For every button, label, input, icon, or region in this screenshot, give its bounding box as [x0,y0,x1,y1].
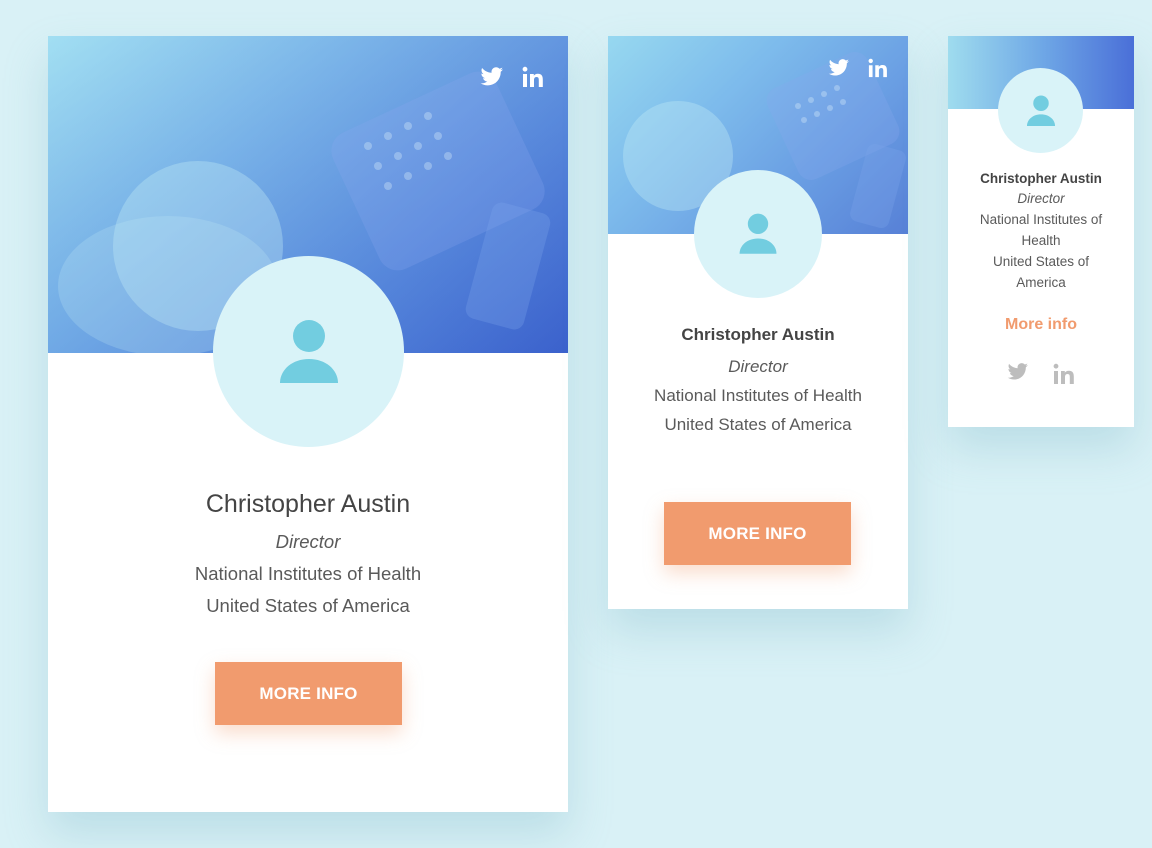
profile-card-small: Christopher Austin Director National Ins… [948,36,1134,427]
profile-role: Director [1017,191,1065,206]
avatar [694,170,822,298]
twitter-icon[interactable] [828,59,850,77]
profile-organization: National Institutes of Health [194,563,422,584]
twitter-icon[interactable] [480,67,504,87]
profile-role: Director [275,531,341,552]
profile-info: Christopher Austin Director National Ins… [48,488,568,622]
avatar [998,68,1083,153]
profile-country-line2: America [1016,275,1066,290]
profile-country: United States of America [664,415,852,434]
linkedin-icon[interactable] [522,66,544,88]
profile-organization: National Institutes of Health [654,386,862,405]
profile-info: Christopher Austin Director National Ins… [948,170,1134,293]
profile-country: United States of America [206,595,410,616]
linkedin-icon[interactable] [1053,363,1075,390]
profile-organization-line1: National Institutes of [979,212,1103,227]
social-links [828,58,888,78]
linkedin-icon[interactable] [868,58,888,78]
profile-card-large: Christopher Austin Director National Ins… [48,36,568,812]
profile-card-medium: Christopher Austin Director National Ins… [608,36,908,609]
social-links [948,363,1134,390]
profile-name: Christopher Austin [205,490,411,518]
profile-role: Director [728,357,788,376]
avatar [213,256,404,447]
profile-name: Christopher Austin [681,325,835,344]
more-info-link[interactable]: More info [948,316,1134,334]
social-links [480,66,544,88]
twitter-icon[interactable] [1007,363,1029,390]
user-icon [739,213,777,254]
profile-info: Christopher Austin Director National Ins… [608,323,908,439]
profile-country-line1: United States of [992,254,1090,269]
more-info-button[interactable]: MORE INFO [215,662,402,725]
profile-name: Christopher Austin [980,171,1102,186]
profile-organization-line2: Health [1021,233,1061,248]
user-icon [1026,95,1055,126]
user-icon [279,319,338,383]
more-info-button[interactable]: MORE INFO [664,502,851,565]
